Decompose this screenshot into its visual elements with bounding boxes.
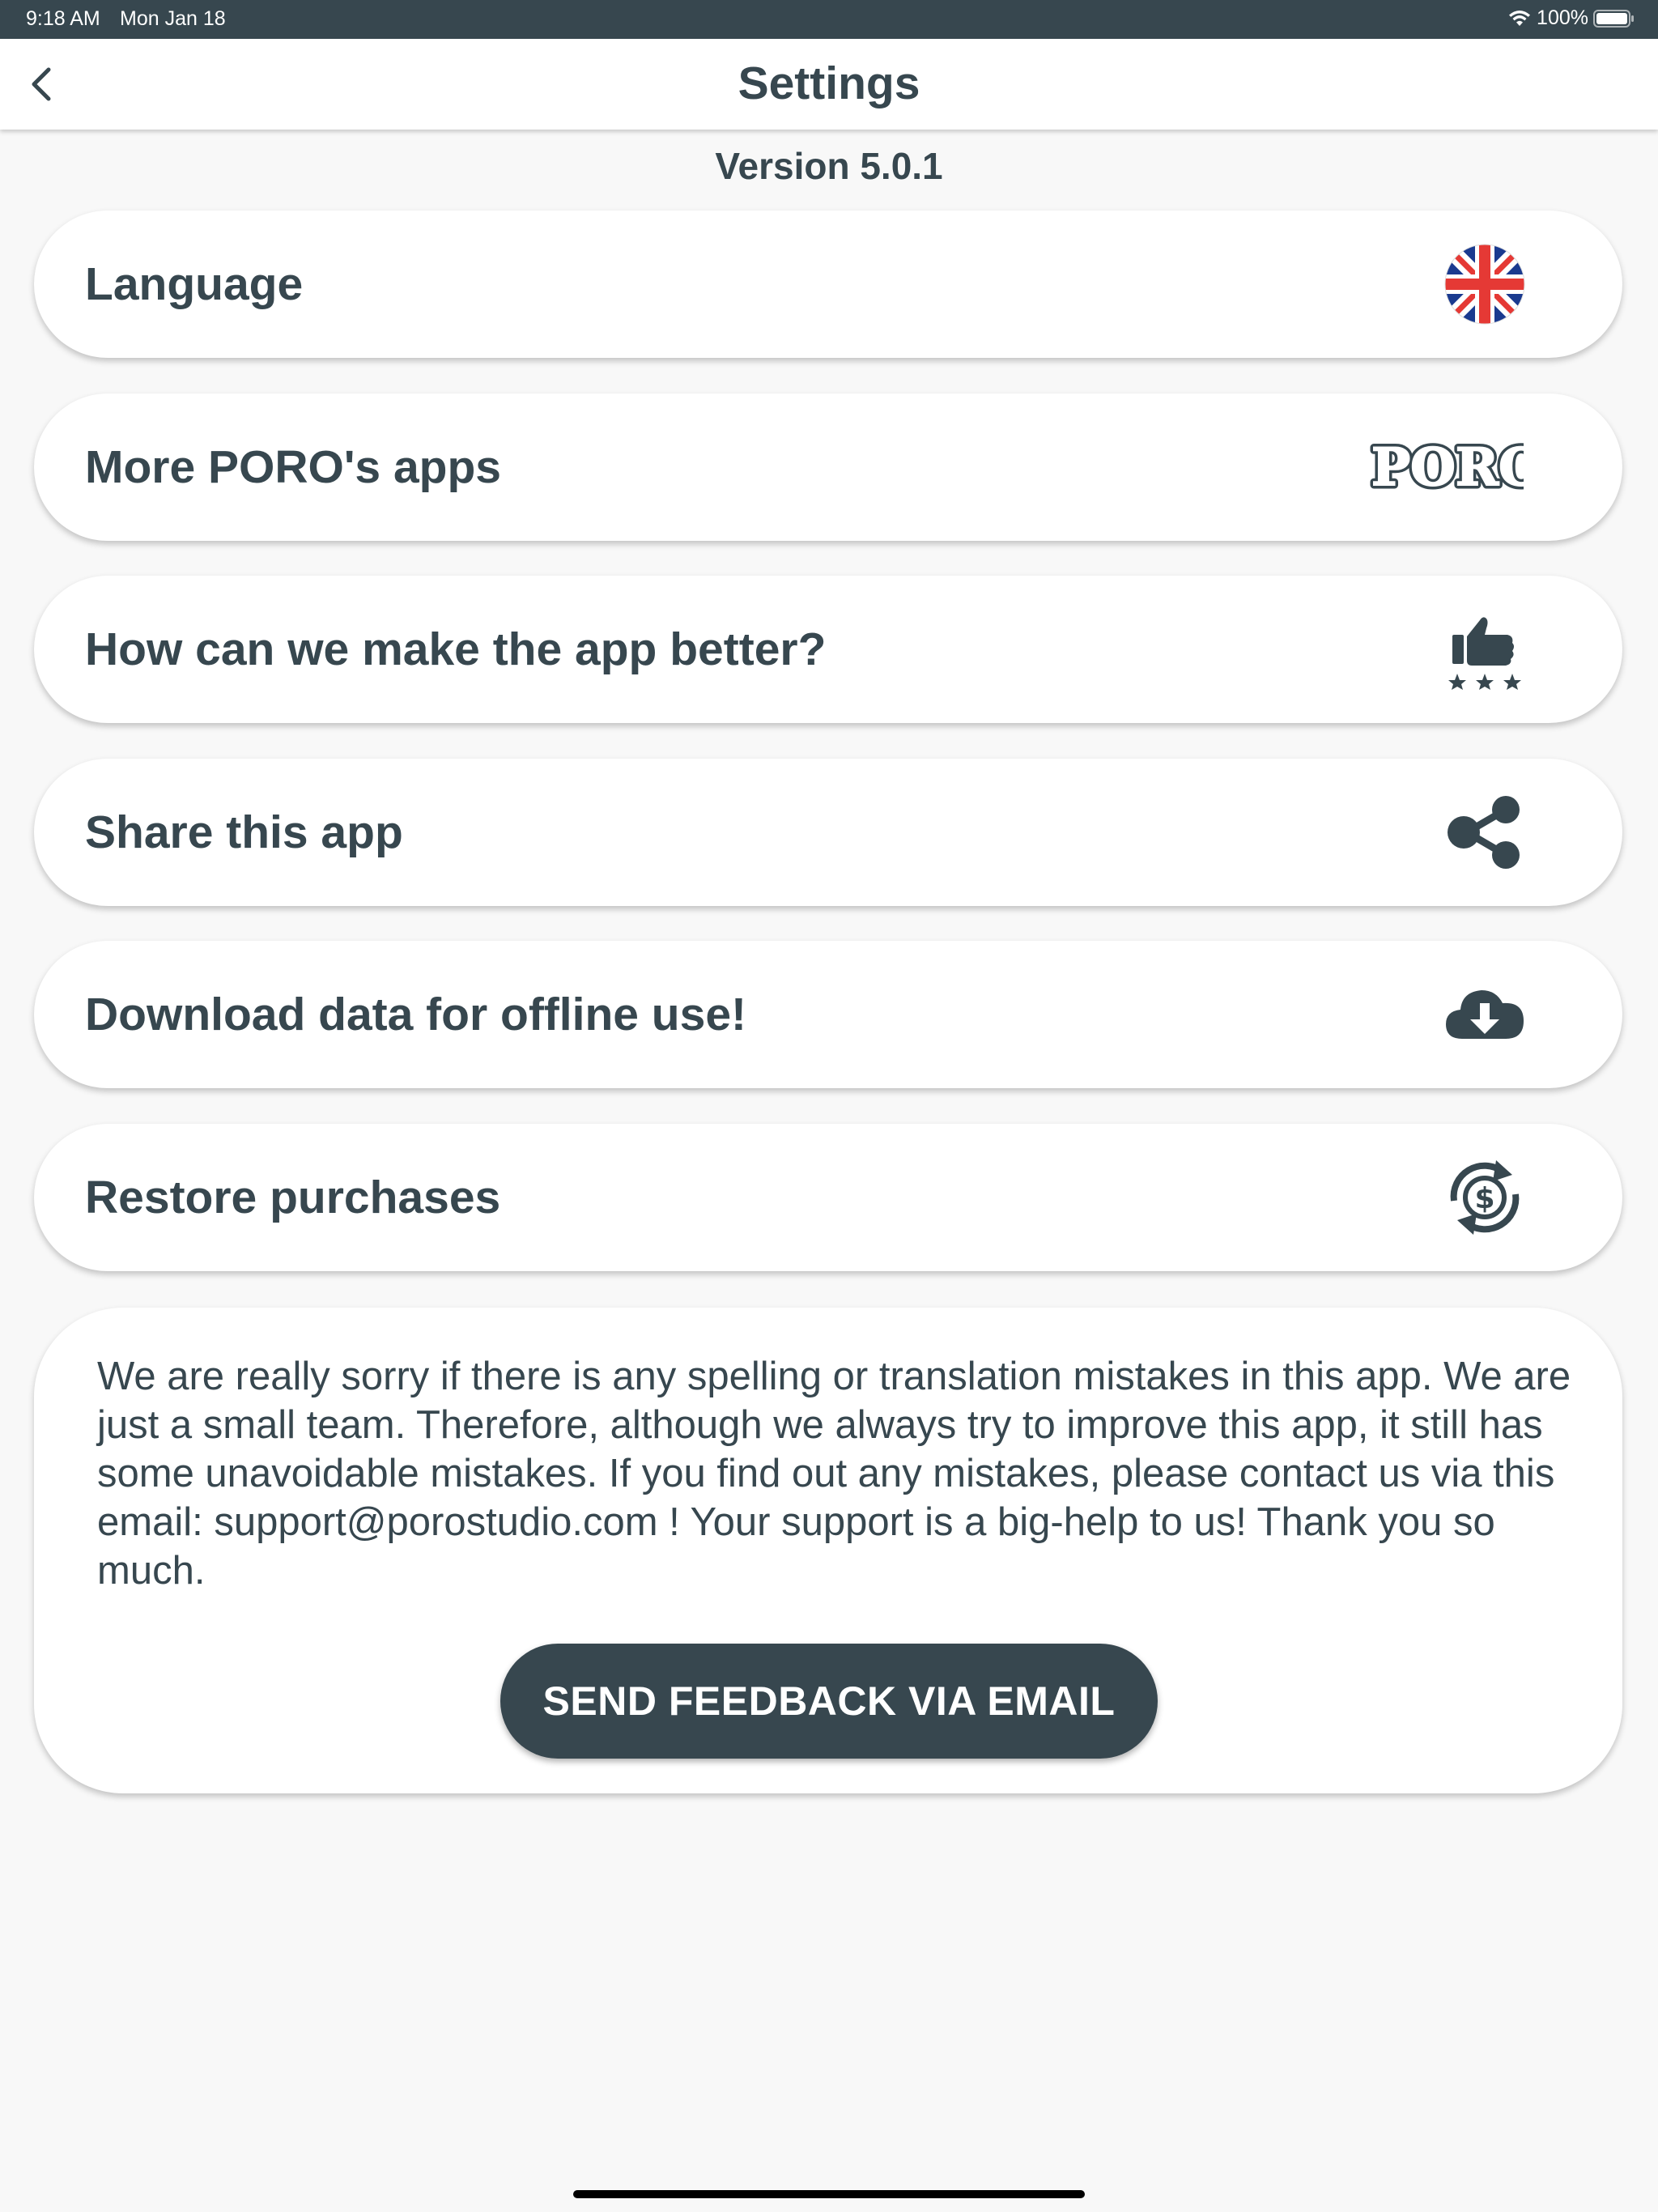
status-bar: 9:18 AM Mon Jan 18 100% [0, 0, 1658, 39]
language-item[interactable]: Language [34, 211, 1622, 358]
home-indicator[interactable] [573, 2190, 1085, 2198]
feedback-card: We are really sorry if there is any spel… [34, 1308, 1622, 1793]
uk-flag-icon [1444, 244, 1525, 325]
status-date: Mon Jan 18 [120, 7, 226, 30]
more-apps-label: More PORO's apps [85, 441, 502, 493]
more-apps-item[interactable]: More PORO's apps PORO PORO PORO [34, 393, 1622, 541]
cloud-download-icon [1444, 974, 1525, 1055]
language-label: Language [85, 258, 304, 310]
wifi-icon [1509, 10, 1531, 26]
thumbs-up-stars-icon [1444, 609, 1525, 690]
share-label: Share this app [85, 806, 403, 858]
page-title: Settings [738, 57, 920, 109]
feedback-item[interactable]: How can we make the app better? [34, 576, 1622, 723]
svg-text:$: $ [1474, 1182, 1494, 1215]
status-right: 100% [1507, 6, 1635, 30]
battery-percent: 100% [1537, 6, 1588, 29]
download-item[interactable]: Download data for offline use! [34, 941, 1622, 1088]
restore-dollar-icon: $ [1444, 1157, 1525, 1238]
send-feedback-button[interactable]: SEND FEEDBACK VIA EMAIL [500, 1644, 1158, 1759]
status-time: 9:18 AM [26, 7, 100, 30]
feedback-item-label: How can we make the app better? [85, 623, 827, 675]
restore-item[interactable]: Restore purchases $ [34, 1124, 1622, 1271]
share-icon [1444, 792, 1525, 873]
version-label: Version 5.0.1 [715, 145, 943, 187]
feedback-message: We are really sorry if there is any spel… [97, 1355, 1571, 1593]
download-label: Download data for offline use! [85, 989, 747, 1040]
share-item[interactable]: Share this app [34, 759, 1622, 906]
restore-label: Restore purchases [85, 1172, 501, 1223]
poro-logo: PORO PORO PORO [1370, 427, 1524, 508]
battery-icon [1593, 9, 1634, 28]
nav-bar: Settings [0, 39, 1658, 130]
